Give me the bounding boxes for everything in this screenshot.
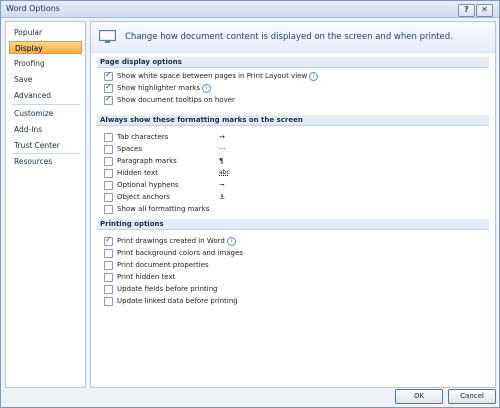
- info-icon: i: [309, 71, 319, 81]
- sidebar-item-customize[interactable]: Customize: [9, 107, 82, 120]
- checkbox[interactable]: [104, 285, 113, 294]
- info-icon: i: [226, 236, 236, 246]
- option-label: Show white space between pages in Print …: [117, 72, 308, 80]
- panel-header: Change how document content is displayed…: [91, 22, 495, 53]
- sidebar-item-display[interactable]: Display: [9, 41, 82, 54]
- word-options-window: Word Options ? ✕ Popular Display Proofin…: [0, 0, 500, 408]
- section-printing: Printing options: [97, 219, 489, 230]
- sidebar-item-trust-center[interactable]: Trust Center: [9, 139, 82, 152]
- checkbox[interactable]: [104, 181, 113, 190]
- ok-button[interactable]: OK: [395, 389, 443, 404]
- sidebar-divider: [12, 153, 80, 154]
- checkbox[interactable]: [104, 70, 113, 81]
- cancel-button[interactable]: Cancel: [448, 389, 496, 404]
- option-label: Update fields before printing: [117, 285, 218, 293]
- pilcrow-icon: ¶: [219, 157, 224, 165]
- option-label: Optional hyphens: [117, 181, 179, 189]
- option-label: Object anchors: [117, 193, 170, 201]
- option-label: Print document properties: [117, 261, 209, 269]
- window-title: Word Options: [6, 4, 60, 13]
- close-button[interactable]: ✕: [476, 4, 493, 17]
- checkbox[interactable]: [104, 169, 113, 178]
- checkbox[interactable]: [104, 205, 113, 214]
- option-label: Paragraph marks: [117, 157, 177, 165]
- options-sidebar: Popular Display Proofing Save Advanced C…: [5, 21, 86, 388]
- panel-header-text: Change how document content is displayed…: [125, 32, 453, 42]
- section-formatting-marks: Always show these formatting marks on th…: [97, 115, 489, 126]
- help-button[interactable]: ?: [458, 4, 475, 17]
- space-dots-icon: ···: [219, 145, 226, 153]
- checkbox[interactable]: [104, 82, 113, 93]
- option-label: Tab characters: [117, 133, 169, 141]
- checkbox[interactable]: [104, 273, 113, 282]
- option-label: Show document tooltips on hover: [117, 96, 235, 104]
- sidebar-item-save[interactable]: Save: [9, 73, 82, 86]
- anchor-icon: ⚓: [219, 193, 226, 201]
- sidebar-item-add-ins[interactable]: Add-Ins: [9, 123, 82, 136]
- checkbox[interactable]: [104, 297, 113, 306]
- tab-arrow-icon: →: [219, 133, 225, 141]
- checkbox[interactable]: [104, 157, 113, 166]
- title-bar: Word Options ? ✕: [1, 1, 499, 18]
- display-options-panel: Change how document content is displayed…: [90, 21, 496, 388]
- checkbox[interactable]: [104, 94, 113, 105]
- checkbox[interactable]: [104, 133, 113, 142]
- sidebar-item-popular[interactable]: Popular: [9, 26, 82, 39]
- sidebar-item-resources[interactable]: Resources: [9, 155, 82, 168]
- section-page-display: Page display options: [97, 57, 489, 68]
- option-label: Spaces: [117, 145, 142, 153]
- option-label: Show all formatting marks: [117, 205, 210, 213]
- checkbox[interactable]: [104, 261, 113, 270]
- option-label: Print drawings created in Word: [117, 237, 225, 245]
- option-label: Hidden text: [117, 169, 158, 177]
- sidebar-item-advanced[interactable]: Advanced: [9, 89, 82, 102]
- option-label: Update linked data before printing: [117, 297, 238, 305]
- monitor-icon: [99, 30, 116, 43]
- optional-hyphen-icon: ¬: [219, 181, 225, 189]
- option-label: Print hidden text: [117, 273, 176, 281]
- checkbox[interactable]: [104, 145, 113, 154]
- hidden-text-icon: abc: [219, 169, 230, 176]
- option-label: Show highlighter marks: [117, 84, 200, 92]
- sidebar-divider: [12, 104, 80, 105]
- option-label: Print background colors and images: [117, 249, 243, 257]
- checkbox[interactable]: [104, 249, 113, 258]
- checkbox[interactable]: [104, 235, 113, 246]
- info-icon: i: [202, 83, 211, 93]
- sidebar-item-proofing[interactable]: Proofing: [9, 57, 82, 70]
- checkbox[interactable]: [104, 193, 113, 202]
